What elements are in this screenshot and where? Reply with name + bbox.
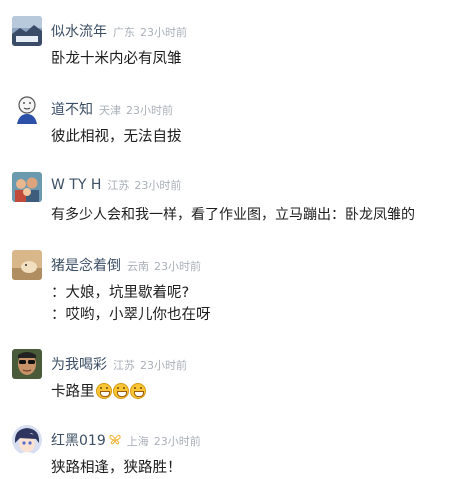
username[interactable]: W TY H (51, 177, 101, 193)
comment-text: 彼此相视，无法自拔 (51, 126, 461, 148)
comment-line: 狭路相逢，狭路胜！ (51, 460, 182, 476)
username[interactable]: 猪是念着倒 (51, 255, 121, 275)
username[interactable]: 为我喝彩 (51, 354, 107, 374)
comment-text: 狭路相逢，狭路胜！ (51, 457, 461, 479)
location: 江苏 (107, 179, 130, 192)
comment-meta: 为我喝彩 江苏 23小时前 (51, 354, 187, 374)
grin-emoji-icon (95, 383, 112, 399)
location: 广东 (113, 26, 135, 39)
comment-line: 卧龙十米内必有凤雏 (51, 51, 182, 67)
comment-line: ：哎哟，小翠儿你也在呀 (51, 307, 211, 323)
landscape-photo-icon (12, 16, 42, 46)
username[interactable]: 红黑019 (51, 430, 106, 450)
location: 江苏 (113, 359, 135, 372)
timestamp: 23小时前 (134, 179, 182, 192)
comment-line: ：大娘，坑里歇着呢? (51, 285, 190, 301)
comment-meta: 猪是念着倒 云南 23小时前 (51, 255, 201, 275)
timestamp: 23小时前 (154, 260, 201, 273)
butterfly-badge-icon (109, 434, 121, 448)
comment-text: 卧龙十米内必有凤雏 (51, 48, 461, 70)
user-avatar[interactable] (12, 425, 42, 455)
comment-item: 猪是念着倒 云南 23小时前 ：大娘，坑里歇着呢? ：哎哟，小翠儿你也在呀 (0, 250, 466, 346)
comment-meta: 红黑019 上海 23小时前 (51, 430, 201, 450)
grin-emoji-icon (129, 383, 146, 399)
comment-text: 卡路里 (51, 381, 461, 403)
sunglasses-man-photo-icon (12, 349, 42, 379)
timestamp: 23小时前 (153, 435, 201, 448)
comment-meta: 道不知 天津 23小时前 (51, 99, 173, 119)
comment-item: 红黑019 上海 23小时前 狭路相逢，狭路胜！ (0, 425, 466, 479)
family-photo-icon (12, 172, 42, 202)
location: 云南 (127, 260, 149, 273)
user-avatar[interactable] (12, 16, 42, 46)
comment-item: 道不知 天津 23小时前 彼此相视，无法自拔 (0, 94, 466, 174)
timestamp: 23小时前 (140, 26, 187, 39)
user-avatar[interactable] (12, 94, 42, 124)
location: 天津 (99, 104, 121, 117)
timestamp: 23小时前 (140, 359, 187, 372)
comment-item: 为我喝彩 江苏 23小时前 卡路里 (0, 349, 466, 429)
comment-text: ：大娘，坑里歇着呢? ：哎哟，小翠儿你也在呀 (51, 282, 461, 326)
location: 上海 (126, 435, 149, 448)
username[interactable]: 似水流年 (51, 21, 107, 41)
comment-item: W TY H 江苏 23小时前 有多少人会和我一样，看了作业图，立马蹦出：卧龙凤… (0, 172, 466, 252)
comment-item: 似水流年 广东 23小时前 卧龙十米内必有凤雏 (0, 16, 466, 96)
comment-meta: W TY H 江苏 23小时前 (51, 177, 181, 197)
user-avatar[interactable] (12, 172, 42, 202)
user-avatar[interactable] (12, 349, 42, 379)
grin-emoji-icon (112, 383, 129, 399)
comment-text: 有多少人会和我一样，看了作业图，立马蹦出：卧龙凤雏的 (51, 204, 461, 226)
timestamp: 23小时前 (126, 104, 173, 117)
dog-photo-icon (12, 250, 42, 280)
comment-meta: 似水流年 广东 23小时前 (51, 21, 187, 41)
comment-line: 有多少人会和我一样，看了作业图，立马蹦出：卧龙凤雏的 (51, 207, 415, 223)
comment-line: 彼此相视，无法自拔 (51, 129, 182, 145)
comment-line: 卡路里 (51, 384, 95, 400)
cartoon-face-icon (12, 94, 42, 124)
username[interactable]: 道不知 (51, 99, 93, 119)
anime-avatar-icon (12, 425, 42, 455)
user-avatar[interactable] (12, 250, 42, 280)
